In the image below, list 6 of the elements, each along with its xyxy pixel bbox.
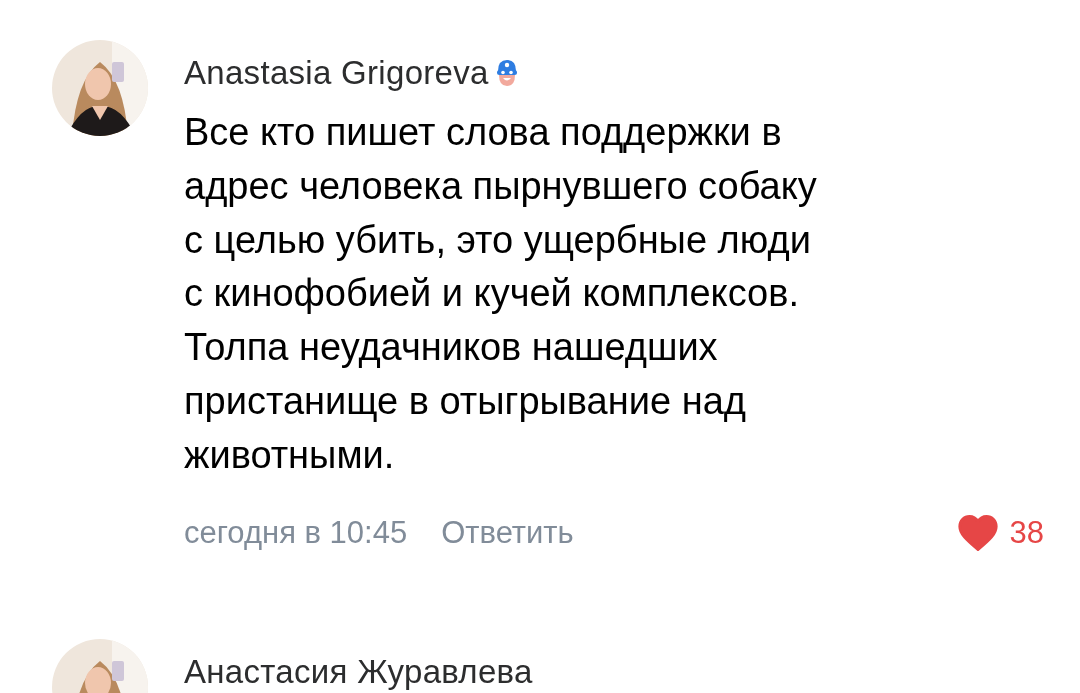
heart-icon[interactable] [957, 514, 998, 551]
like-count: 38 [1009, 514, 1044, 551]
timestamp: сегодня в 10:45 [184, 514, 408, 551]
author-name[interactable]: Анастасия Журавлева [184, 652, 533, 691]
author-name[interactable]: Anastasia Grigoreva [184, 54, 489, 92]
comment-text: Все кто пишет слова поддержки в адрес человека пырнувшего собаку с целью убить, это ущербные люди с кинофобией и кучей комплексов. Толпа неудачников нашедших пристанище в отыгрывание над животными. [184, 110, 818, 478]
